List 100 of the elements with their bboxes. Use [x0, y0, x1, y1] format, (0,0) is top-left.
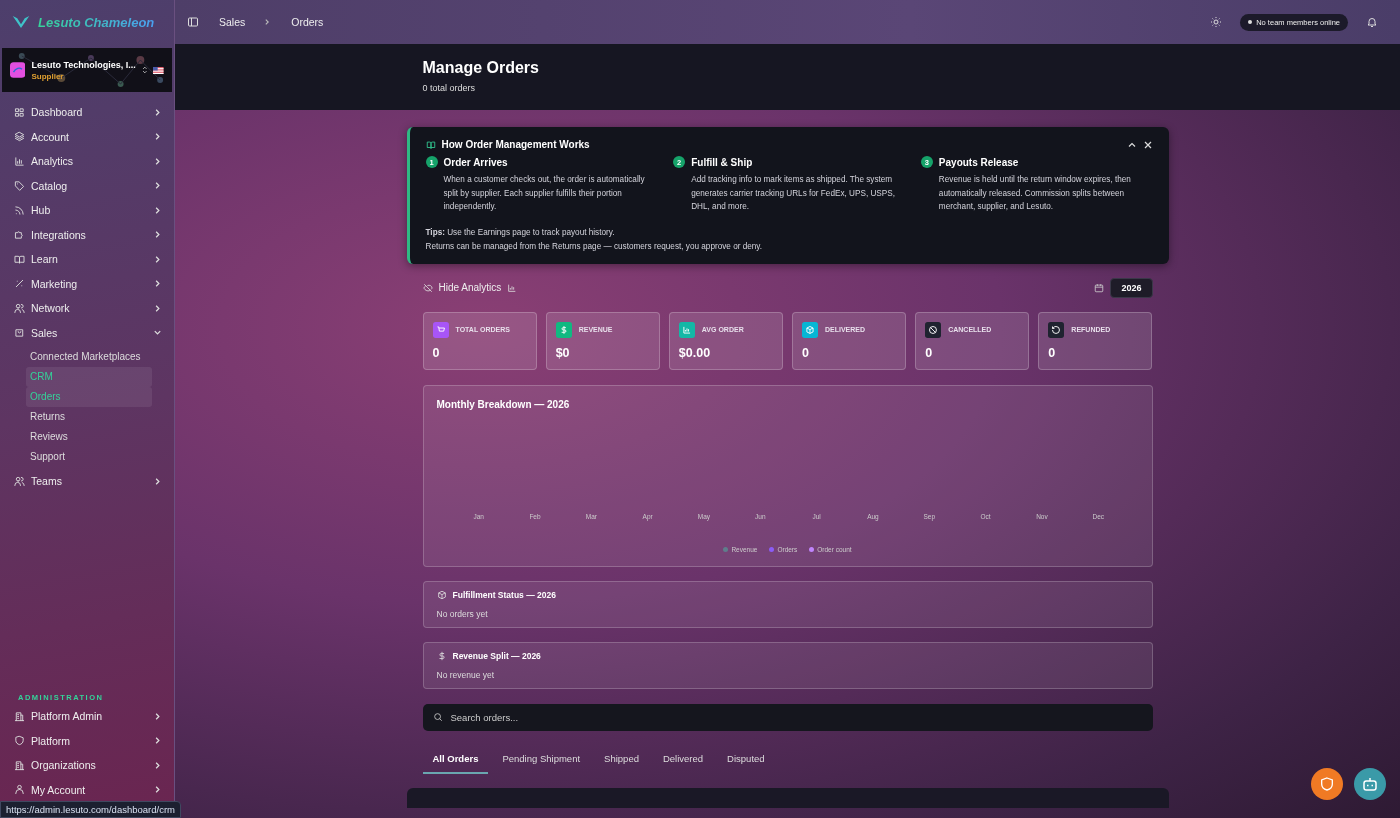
chevron-down-icon — [153, 328, 162, 338]
chevron-right-icon — [153, 711, 162, 721]
step-text: Revenue is held until the return window expires, then automatically released. Commission splits between merchant, supplier, and Lesuto. — [938, 174, 1132, 213]
nav-item[interactable]: Platform Admin — [0, 704, 174, 729]
sidebar-toggle-icon[interactable] — [187, 16, 199, 28]
close-icon[interactable] — [1142, 139, 1153, 150]
nav-item[interactable]: Catalog — [0, 173, 174, 198]
nav-item[interactable]: Hub — [0, 198, 174, 223]
logo-icon — [12, 14, 30, 30]
building-icon — [14, 710, 25, 722]
step-title: Payouts Release — [938, 156, 1019, 168]
shield-icon — [1319, 776, 1335, 792]
stat-value: 0 — [802, 345, 810, 360]
sun-icon[interactable] — [1210, 16, 1223, 28]
company-switcher[interactable]: Lesuto Technologies, I... Supplier — [2, 48, 172, 92]
search-field[interactable]: Search orders... — [422, 703, 1153, 731]
chevron-right-icon — [153, 107, 162, 117]
company-role: Supplier — [31, 72, 65, 81]
nav-item[interactable]: Teams — [0, 469, 174, 494]
panel-title: Fulfillment Status — 2026 — [452, 589, 556, 600]
bell-icon[interactable] — [1366, 16, 1378, 28]
tag-icon — [14, 180, 25, 192]
nav-item[interactable]: Sales — [0, 320, 174, 345]
step-text: When a customer checks out, the order is automatically split by supplier. Each supplier fulfills their portion independently. — [443, 174, 646, 213]
chevron-right-icon — [153, 132, 162, 142]
chevron-right-icon — [153, 156, 162, 166]
chevron-right-icon — [153, 279, 162, 289]
grid-icon — [14, 106, 25, 118]
company-name: Lesuto Technologies, I... — [31, 59, 136, 72]
rss-icon — [14, 204, 25, 216]
flag-icon — [153, 64, 164, 76]
chevron-right-icon — [153, 254, 162, 264]
step-title: Order Arrives — [443, 156, 508, 168]
tab[interactable]: Disputed — [717, 748, 775, 774]
page-title: Manage Orders — [422, 59, 540, 77]
info-title: How Order Management Works — [441, 139, 590, 150]
nav-item[interactable]: Marketing — [0, 271, 174, 296]
chevron-right-icon — [153, 205, 162, 215]
chevron-right-icon — [153, 303, 162, 313]
bar-chart-icon — [14, 155, 25, 167]
stat-value: 0 — [1048, 345, 1057, 360]
bar-chart-icon — [507, 282, 518, 293]
percent-icon — [14, 278, 25, 290]
chevron-right-icon — [153, 785, 162, 795]
stat-value: $0 — [555, 345, 571, 360]
nav-subitem[interactable]: CRM — [26, 367, 152, 387]
nav-item[interactable]: Network — [0, 296, 174, 321]
eye-off-icon — [422, 282, 433, 293]
dollar-icon — [436, 650, 447, 661]
robot-icon — [1361, 775, 1379, 793]
users-icon — [14, 475, 25, 487]
panel-title: Revenue Split — 2026 — [452, 650, 541, 661]
puzzle-icon — [14, 229, 25, 241]
nav-item[interactable]: Account — [0, 124, 174, 149]
book-icon — [14, 253, 25, 265]
nav-subitem[interactable]: Reviews — [26, 427, 152, 447]
hide-analytics-button[interactable]: Hide Analytics — [422, 282, 518, 293]
empty-message: No revenue yet — [436, 669, 496, 680]
nav-subitem[interactable]: Returns — [26, 407, 152, 427]
chevron-right-icon — [153, 476, 162, 486]
chevrons-icon — [141, 64, 148, 76]
tab[interactable]: Pending Shipment — [492, 748, 591, 774]
stat-value: 0 — [432, 345, 441, 360]
step-title: Fulfill & Ship — [691, 156, 753, 168]
layers-icon — [14, 131, 25, 143]
calendar-icon — [1094, 282, 1105, 293]
users-icon — [14, 302, 25, 314]
nav-item[interactable]: Dashboard — [0, 100, 174, 125]
chevron-right-icon — [153, 736, 162, 746]
breadcrumb-item: Orders — [291, 16, 324, 28]
step-text: Add tracking info to mark items as shipped. The system generates carrier tracking URLs for FedEx, UPS, USPS, DHL, and more. — [691, 174, 897, 213]
nav-item[interactable]: Learn — [0, 247, 174, 272]
tip-text: Returns can be managed from the Returns page — customers request, you approve or deny. — [425, 240, 764, 253]
year-select[interactable]: 2026 — [1110, 277, 1153, 298]
empty-message: No orders yet — [436, 608, 489, 619]
chevron-right-icon — [263, 18, 272, 26]
tab[interactable]: All Orders — [422, 748, 489, 774]
chevron-right-icon — [153, 230, 162, 240]
tab[interactable]: Shipped — [594, 748, 649, 774]
nav-item[interactable]: Integrations — [0, 222, 174, 247]
nav-item[interactable]: Organizations — [0, 753, 174, 778]
book-icon — [425, 139, 436, 150]
chevron-right-icon — [153, 181, 162, 191]
tab[interactable]: Delivered — [652, 748, 714, 774]
shield-icon — [14, 735, 25, 747]
nav-subitem[interactable]: Support — [26, 447, 152, 467]
chart-title: Monthly Breakdown — 2026 — [436, 398, 571, 410]
building-icon — [14, 759, 25, 771]
nav-item[interactable]: Analytics — [0, 149, 174, 174]
tip-text: Tips: Use the Earnings page to track payout history. — [425, 226, 616, 239]
page-subtitle: 0 total orders — [422, 83, 477, 93]
package-icon — [436, 589, 447, 600]
nav-subitem[interactable]: Connected Marketplaces — [26, 347, 152, 367]
stat-value: 0 — [925, 345, 934, 360]
nav-item[interactable]: My Account — [0, 777, 174, 802]
chevron-right-icon — [153, 760, 162, 770]
breadcrumb-item[interactable]: Sales — [219, 16, 246, 28]
company-logo-icon — [10, 59, 26, 81]
nav-subitem[interactable]: Orders — [26, 387, 152, 407]
nav-item[interactable]: Platform — [0, 728, 174, 753]
